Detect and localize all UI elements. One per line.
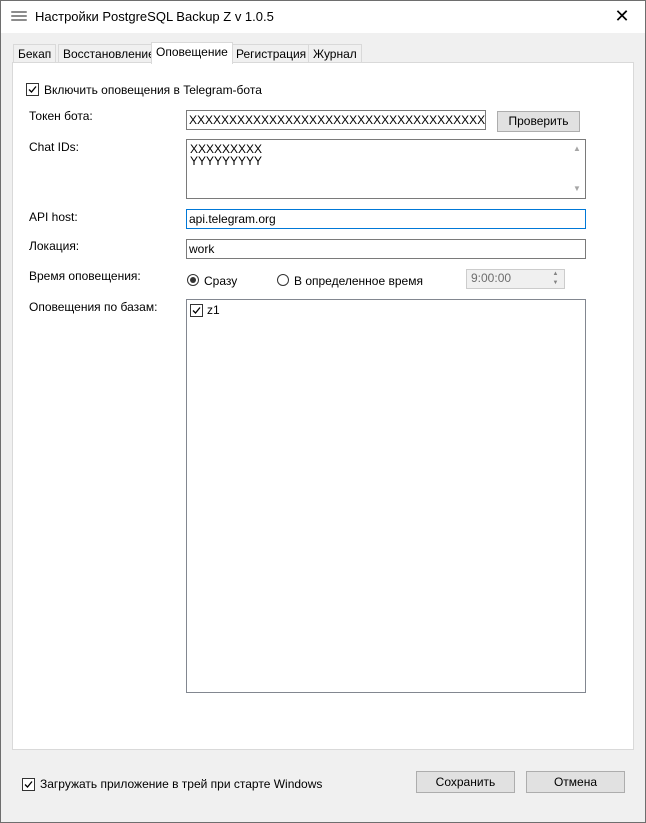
location-input[interactable]: work <box>186 239 586 259</box>
check-button[interactable]: Проверить <box>497 111 580 132</box>
checkmark-icon <box>28 86 37 93</box>
chatid-line: YYYYYYYYY <box>190 154 263 168</box>
cancel-button[interactable]: Отмена <box>526 771 625 793</box>
notify-time-label: Время оповещения: <box>29 269 141 283</box>
time-value: 9:00:00 <box>471 271 512 285</box>
token-label: Токен бота: <box>29 109 93 123</box>
db-checkbox[interactable] <box>190 304 203 317</box>
tab-backup[interactable]: Бекап <box>13 44 57 63</box>
scheduled-radio-label: В определенное время <box>294 274 423 288</box>
immediate-radio-label: Сразу <box>204 274 238 288</box>
databases-checklist[interactable]: z1 <box>186 299 586 693</box>
token-input[interactable]: XXXXXXXXXXXXXXXXXXXXXXXXXXXXXXXXXXXXXXXX… <box>186 110 486 130</box>
window-title: Настройки PostgreSQL Backup Z v 1.0.5 <box>35 9 274 24</box>
immediate-radio[interactable] <box>187 274 199 286</box>
apihost-label: API host: <box>29 210 78 224</box>
tray-autostart-checkbox[interactable] <box>22 778 35 791</box>
save-button[interactable]: Сохранить <box>416 771 515 793</box>
time-picker[interactable]: 9:00:00 ▲ ▼ <box>466 269 565 289</box>
tab-notifications[interactable]: Оповещение <box>151 42 233 64</box>
enable-telegram-checkbox[interactable] <box>26 83 39 96</box>
chatids-scrollbar[interactable]: ▲ ▼ <box>569 140 585 198</box>
chatids-label: Chat IDs: <box>29 140 80 154</box>
scroll-up-icon[interactable]: ▲ <box>569 141 585 157</box>
title-bar[interactable]: Настройки PostgreSQL Backup Z v 1.0.5 ✕ <box>1 1 645 33</box>
scroll-down-icon[interactable]: ▼ <box>569 181 585 197</box>
notifications-panel: Включить оповещения в Telegram-бота Токе… <box>12 62 634 750</box>
apihost-input[interactable]: api.telegram.org <box>186 209 586 229</box>
close-icon[interactable]: ✕ <box>599 1 645 33</box>
app-icon <box>11 11 27 23</box>
time-spinner[interactable]: ▲ ▼ <box>548 270 564 288</box>
client-area: Бекап Восстановление Оповещение Регистра… <box>1 33 645 822</box>
tab-journal[interactable]: Журнал <box>308 44 362 63</box>
tray-autostart-label: Загружать приложение в трей при старте W… <box>40 777 323 791</box>
tab-restore[interactable]: Восстановление <box>58 44 160 63</box>
settings-window: Настройки PostgreSQL Backup Z v 1.0.5 ✕ … <box>0 0 646 823</box>
spin-down-icon[interactable]: ▼ <box>548 279 563 288</box>
chatids-textarea[interactable]: XXXXXXXXX YYYYYYYYY ▲ ▼ <box>186 139 586 199</box>
checkmark-icon <box>24 781 33 788</box>
enable-telegram-label: Включить оповещения в Telegram-бота <box>44 83 262 97</box>
scheduled-radio[interactable] <box>277 274 289 286</box>
db-item-label: z1 <box>207 303 220 317</box>
radio-dot <box>190 277 196 283</box>
spin-up-icon[interactable]: ▲ <box>548 270 563 279</box>
checkmark-icon <box>192 307 201 314</box>
tab-registration[interactable]: Регистрация <box>231 44 312 63</box>
location-label: Локация: <box>29 239 80 253</box>
db-notify-label: Оповещения по базам: <box>29 300 158 314</box>
